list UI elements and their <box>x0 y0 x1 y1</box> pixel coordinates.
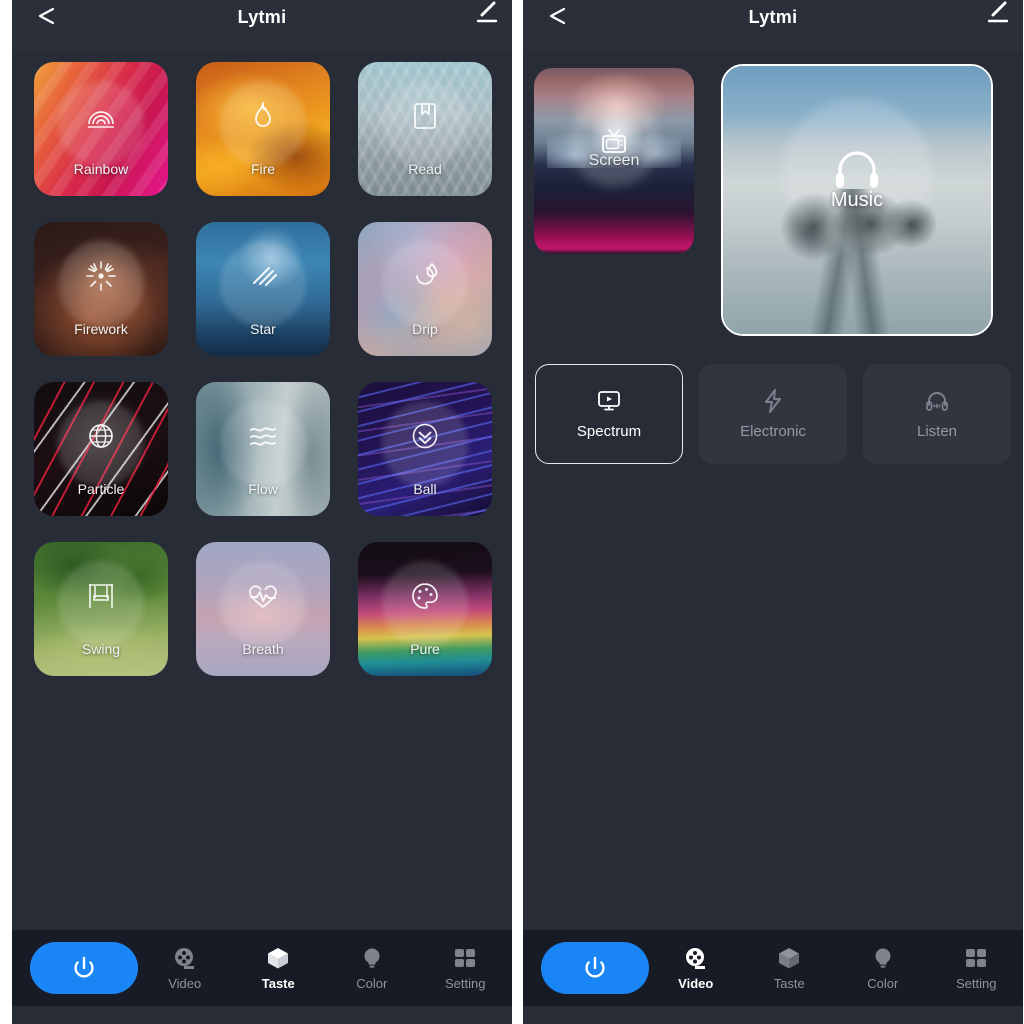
nav-label: Video <box>168 976 202 991</box>
nav-label: Setting <box>956 976 997 991</box>
bulb-icon <box>870 945 896 971</box>
bulb-icon <box>359 945 385 971</box>
headphones-icon <box>829 143 885 199</box>
nav-item-taste-left[interactable]: Taste <box>232 945 326 991</box>
edit-pencil-icon[interactable] <box>468 0 502 28</box>
taste-tile-star[interactable]: Star <box>196 222 330 356</box>
nav-items-left: Video Taste Color Setting <box>138 945 512 991</box>
nav-label: Setting <box>445 976 486 991</box>
mode-button-spectrum[interactable]: Spectrum <box>535 364 683 464</box>
taste-tile-breath[interactable]: Breath <box>196 542 330 676</box>
taste-tile-rainbow[interactable]: Rainbow <box>34 62 168 196</box>
bottom-nav-left: Video Taste Color Setting <box>12 930 512 1006</box>
power-icon <box>585 956 605 978</box>
nav-items-right: Video Taste Color Setting <box>649 945 1023 991</box>
taste-tile-grid: Rainbow Fire Read Firework Star Drip Par… <box>12 52 512 676</box>
grid-icon <box>452 945 478 971</box>
source-card-screen[interactable]: Screen <box>534 68 694 254</box>
firework-icon <box>84 259 118 293</box>
water-drop-icon <box>408 259 442 293</box>
waves-icon <box>246 419 280 453</box>
back-arrow-icon[interactable] <box>543 4 573 30</box>
taste-tile-read[interactable]: Read <box>358 62 492 196</box>
rainbow-icon <box>84 99 118 133</box>
taste-tile-fire[interactable]: Fire <box>196 62 330 196</box>
tile-label: Star <box>250 321 276 337</box>
taste-tile-pure[interactable]: Pure <box>358 542 492 676</box>
book-icon <box>408 99 442 133</box>
tile-label: Swing <box>81 641 121 657</box>
tile-label: Ball <box>413 481 437 497</box>
mode-label: Spectrum <box>576 423 642 440</box>
source-card-music[interactable]: Music <box>721 64 993 336</box>
mode-label: Electronic <box>740 423 806 440</box>
tile-label: Particle <box>77 481 125 497</box>
nav-label: Video <box>678 976 714 991</box>
nav-label: Taste <box>261 976 295 991</box>
listen-icon <box>924 388 950 414</box>
cube-icon <box>265 945 291 971</box>
music-mode-row: Spectrum Electronic Listen <box>535 364 1011 464</box>
tile-label: Flow <box>248 481 278 497</box>
tv-icon <box>597 125 631 159</box>
swing-icon <box>84 579 118 613</box>
app-header-right: Lytmi <box>523 0 1023 52</box>
nav-item-setting-left[interactable]: Setting <box>419 945 513 991</box>
taste-screen-panel: Lytmi Rainbow Fire Read Firework Star Dr… <box>12 0 512 1024</box>
globe-icon <box>84 419 118 453</box>
tile-label: Pure <box>410 641 440 657</box>
tile-label: Firework <box>74 321 128 337</box>
mode-label: Listen <box>916 423 958 440</box>
flame-icon <box>246 99 280 133</box>
nav-item-color-left[interactable]: Color <box>325 945 419 991</box>
dual-screenshot-stage: Lytmi Rainbow Fire Read Firework Star Dr… <box>0 0 1024 1024</box>
taste-tile-drip[interactable]: Drip <box>358 222 492 356</box>
page-title-left: Lytmi <box>237 6 287 27</box>
grid-icon <box>963 945 989 971</box>
tile-label: Breath <box>242 641 284 657</box>
taste-tile-flow[interactable]: Flow <box>196 382 330 516</box>
film-reel-icon <box>172 945 198 971</box>
lightning-icon <box>760 388 786 414</box>
palette-icon <box>408 579 442 613</box>
nav-item-setting-right[interactable]: Setting <box>930 945 1024 991</box>
mode-button-electronic[interactable]: Electronic <box>699 364 847 464</box>
power-button-left[interactable] <box>30 942 138 994</box>
nav-item-color-right[interactable]: Color <box>836 945 930 991</box>
cube-icon <box>776 945 802 971</box>
tile-label: Fire <box>250 161 276 177</box>
nav-item-video-left[interactable]: Video <box>138 945 232 991</box>
taste-tile-ball[interactable]: Ball <box>358 382 492 516</box>
monitor-play-icon <box>596 388 622 414</box>
nav-label: Color <box>867 976 899 991</box>
tile-label: Rainbow <box>73 161 129 177</box>
film-reel-icon <box>683 945 709 971</box>
nav-label: Color <box>356 976 388 991</box>
nav-label: Taste <box>773 976 805 991</box>
edit-pencil-icon[interactable] <box>979 0 1013 28</box>
mode-button-listen[interactable]: Listen <box>863 364 1011 464</box>
tile-label: Read <box>408 161 442 177</box>
tile-label: Drip <box>412 321 438 337</box>
power-icon <box>74 956 94 978</box>
heartbeat-icon <box>246 579 280 613</box>
nav-item-taste-right[interactable]: Taste <box>743 945 837 991</box>
back-arrow-icon[interactable] <box>32 4 62 30</box>
page-title-right: Lytmi <box>748 6 798 27</box>
taste-tile-swing[interactable]: Swing <box>34 542 168 676</box>
app-header-left: Lytmi <box>12 0 512 52</box>
power-button-right[interactable] <box>541 942 649 994</box>
taste-tile-particle[interactable]: Particle <box>34 382 168 516</box>
nav-item-video-right[interactable]: Video <box>649 945 743 991</box>
video-screen-panel: Lytmi Screen Music Spectrum Electronic L… <box>523 0 1023 1024</box>
bottom-nav-right: Video Taste Color Setting <box>523 930 1023 1006</box>
shooting-star-icon <box>246 259 280 293</box>
chevron-down-circle-icon <box>408 419 442 453</box>
taste-tile-firework[interactable]: Firework <box>34 222 168 356</box>
